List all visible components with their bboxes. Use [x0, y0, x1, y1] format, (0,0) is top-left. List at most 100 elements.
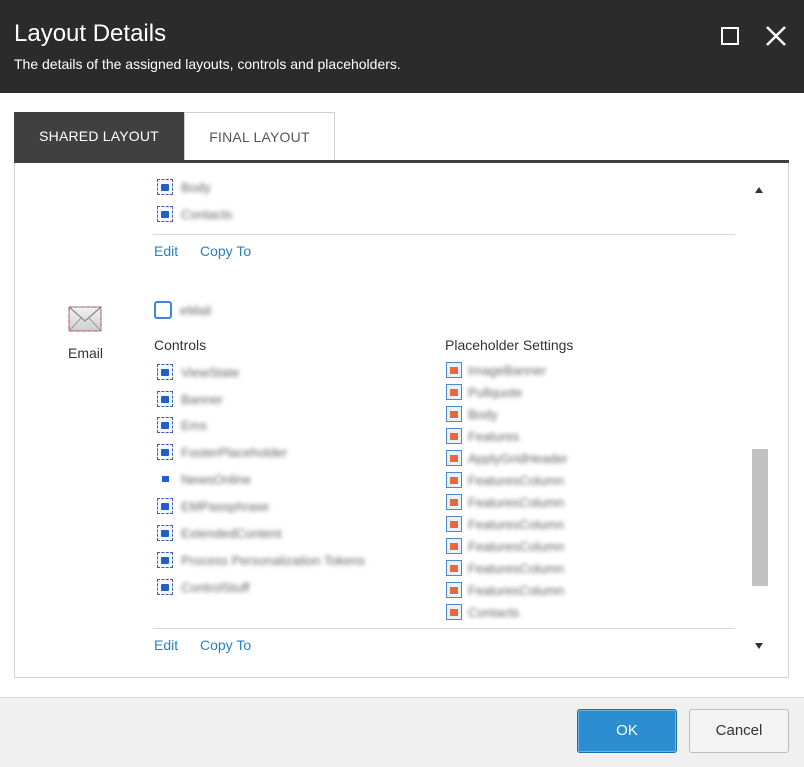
dialog-title: Layout Details: [14, 20, 167, 47]
placeholder-row: FeaturesColumn: [446, 469, 564, 491]
placeholder-icon: [446, 362, 462, 378]
copy-to-link[interactable]: Copy To: [200, 243, 251, 259]
vertical-scrollbar[interactable]: [751, 179, 769, 657]
rendering-icon: [157, 498, 173, 514]
placeholder-row: Features: [446, 425, 519, 447]
layout-details-dialog: Layout Details The details of the assign…: [0, 0, 804, 767]
edit-link[interactable]: Edit: [154, 637, 178, 653]
rendering-icon: [157, 417, 173, 433]
control-row: Contacts: [157, 203, 232, 225]
divider: [153, 628, 735, 629]
placeholder-name: FeaturesColumn: [468, 538, 565, 554]
control-row: ControlStuff: [157, 576, 249, 598]
placeholder-name: FeaturesColumn: [468, 472, 565, 488]
dialog-header: Layout Details The details of the assign…: [0, 0, 804, 93]
placeholder-row: ApplyGridHeader: [446, 447, 568, 469]
control-row: ViewState: [157, 361, 239, 383]
scroll-up-arrow-icon[interactable]: [755, 187, 763, 193]
placeholder-icon: [446, 406, 462, 422]
edit-link[interactable]: Edit: [154, 243, 178, 259]
rendering-icon: [157, 525, 173, 541]
maximize-icon: [721, 27, 739, 45]
scroll-down-arrow-icon[interactable]: [755, 643, 763, 649]
placeholder-icon: [446, 450, 462, 466]
placeholder-name: ImageBanner: [468, 362, 547, 378]
control-row: Ems: [157, 414, 207, 436]
placeholder-icon: [446, 428, 462, 444]
placeholder-row: FeaturesColumn: [446, 557, 564, 579]
placeholder-icon: [446, 560, 462, 576]
placeholder-name: FeaturesColumn: [468, 516, 565, 532]
control-row: ExtendedContent: [157, 522, 281, 544]
placeholder-row: ImageBanner: [446, 359, 546, 381]
control-name: Contacts: [181, 206, 233, 222]
placeholder-row: FeaturesColumn: [446, 513, 564, 535]
placeholder-row: Pullquote: [446, 381, 522, 403]
placeholder-name: Body: [468, 406, 498, 422]
placeholder-icon: [446, 538, 462, 554]
control-name: Banner: [181, 391, 223, 407]
scroll-thumb[interactable]: [752, 449, 768, 586]
rendering-icon: [157, 391, 173, 407]
ok-button[interactable]: OK: [577, 709, 677, 753]
control-row: NewsOnline: [157, 468, 251, 490]
maximize-button[interactable]: [717, 22, 745, 50]
placeholder-settings-heading: Placeholder Settings: [445, 337, 574, 353]
placeholder-row: Body: [446, 403, 498, 425]
placeholder-icon: [446, 472, 462, 488]
placeholder-name: Pullquote: [468, 384, 523, 400]
placeholder-row: Contacts: [446, 601, 519, 623]
placeholder-icon: [446, 604, 462, 620]
layout-name: eMail: [180, 302, 212, 318]
placeholder-icon: [446, 582, 462, 598]
placeholder-name: Features: [468, 428, 520, 444]
control-name: EMPassphrase: [181, 498, 270, 514]
placeholder-name: FeaturesColumn: [468, 560, 565, 576]
placeholder-row: FeaturesColumn: [446, 535, 564, 557]
placeholder-row: FeaturesColumn: [446, 491, 564, 513]
placeholder-icon: [446, 516, 462, 532]
close-icon: [766, 26, 786, 46]
placeholder-name: Contacts: [468, 604, 520, 620]
divider: [153, 234, 735, 235]
control-name: Body: [181, 179, 211, 195]
control-row: Body: [157, 176, 211, 198]
rendering-icon: [157, 444, 173, 460]
rendering-icon: [157, 364, 173, 380]
rendering-icon: [157, 206, 173, 222]
control-row: EMPassphrase: [157, 495, 269, 517]
rendering-icon: [157, 552, 173, 568]
placeholder-name: FeaturesColumn: [468, 582, 565, 598]
tab-bar: SHARED LAYOUT FINAL LAYOUT: [14, 112, 789, 163]
rendering-icon: [157, 579, 173, 595]
placeholder-name: ApplyGridHeader: [468, 450, 568, 466]
layout-row: eMail: [154, 299, 211, 321]
tab-final-layout[interactable]: FINAL LAYOUT: [184, 112, 335, 160]
tab-shared-layout[interactable]: SHARED LAYOUT: [14, 112, 184, 160]
device-label: Email: [68, 345, 104, 361]
control-row: Process Personalization Tokens: [157, 549, 365, 571]
control-name: ViewState: [181, 364, 240, 380]
dialog-subtitle: The details of the assigned layouts, con…: [14, 56, 401, 72]
placeholder-icon: [446, 384, 462, 400]
control-row: FooterPlaceholder: [157, 441, 287, 463]
control-name: Process Personalization Tokens: [181, 552, 366, 568]
control-row: Banner: [157, 388, 223, 410]
rendering-small-icon: [157, 471, 173, 487]
rendering-icon: [157, 179, 173, 195]
dialog-footer: OK Cancel: [0, 697, 804, 767]
placeholder-icon: [446, 494, 462, 510]
close-button[interactable]: [762, 22, 790, 50]
control-name: NewsOnline: [181, 471, 252, 487]
control-name: FooterPlaceholder: [181, 444, 288, 460]
envelope-icon: [68, 306, 102, 332]
control-name: ExtendedContent: [181, 525, 282, 541]
placeholder-row: FeaturesColumn: [446, 579, 564, 601]
layout-icon: [154, 301, 172, 319]
control-name: ControlStuff: [181, 579, 250, 595]
copy-to-link[interactable]: Copy To: [200, 637, 251, 653]
controls-heading: Controls: [154, 337, 207, 353]
placeholder-name: FeaturesColumn: [468, 494, 565, 510]
cancel-button[interactable]: Cancel: [689, 709, 789, 753]
control-name: Ems: [181, 417, 207, 433]
